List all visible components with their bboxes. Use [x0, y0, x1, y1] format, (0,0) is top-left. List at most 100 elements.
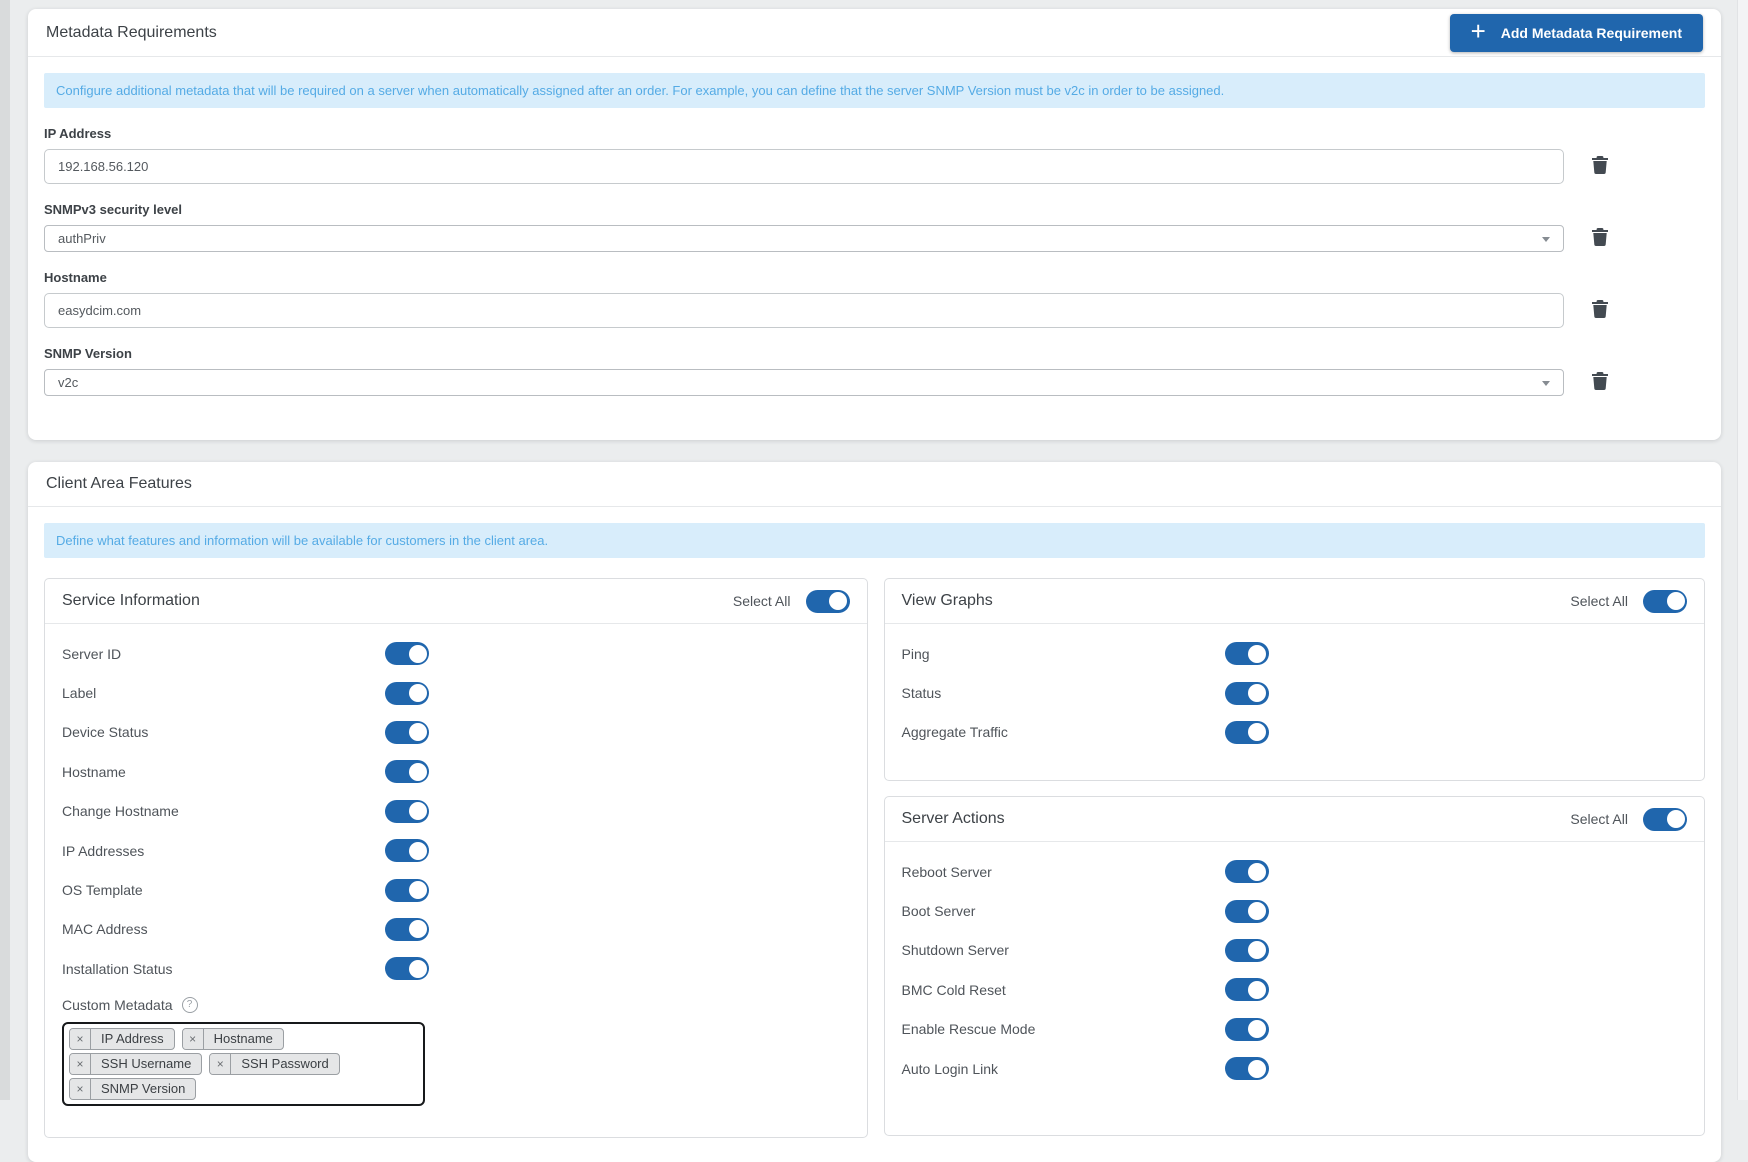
feature-row-label: Hostname [62, 763, 126, 780]
field-select[interactable]: authPriv [44, 225, 1564, 252]
feature-row: Boot Server [902, 891, 1688, 930]
field-row [44, 149, 1705, 184]
feature-row: Enable Rescue Mode [902, 1010, 1688, 1049]
feature-toggle[interactable] [1224, 1017, 1269, 1041]
metadata-field-group: IP Address [44, 126, 1705, 184]
remove-tag-button[interactable]: × [70, 1078, 91, 1099]
feature-toggle[interactable] [385, 681, 429, 705]
feature-row-label: OS Template [62, 882, 143, 899]
chevron-down-icon [1542, 381, 1550, 386]
feature-toggle[interactable] [1224, 720, 1269, 744]
feature-toggle[interactable] [1224, 1057, 1269, 1081]
server-actions-body: Reboot Server Boot Server Shutdown Server B… [885, 842, 1705, 1088]
toggle-knob [1248, 980, 1266, 999]
field-input[interactable] [44, 149, 1564, 184]
service-information-header: Service Information Select All [45, 579, 867, 624]
field-select[interactable]: v2c [44, 369, 1564, 396]
feature-toggle[interactable] [1224, 899, 1269, 923]
server-actions-title: Server Actions [901, 810, 1005, 827]
server-actions-rows: Reboot Server Boot Server Shutdown Server B… [902, 852, 1688, 1088]
remove-tag-button[interactable]: × [70, 1053, 91, 1074]
view-graphs-panel: View Graphs Select All Ping Status Aggrega… [883, 578, 1705, 781]
feature-row-label: IP Addresses [62, 842, 145, 859]
add-metadata-requirement-button[interactable]: + Add Metadata Requirement [1449, 13, 1703, 52]
feature-toggle[interactable] [385, 642, 429, 666]
help-icon[interactable]: ? [181, 996, 198, 1013]
client-area-card-header: Client Area Features [28, 462, 1721, 507]
feature-row: Device Status [62, 713, 850, 752]
toggle-knob [1248, 1059, 1266, 1078]
remove-tag-button[interactable]: × [210, 1053, 232, 1074]
client-area-card-body: Define what features and information wil… [28, 507, 1721, 1154]
field-label: Hostname [44, 270, 107, 285]
select-all-toggle[interactable] [805, 589, 850, 613]
feature-row-label: Device Status [62, 724, 149, 741]
toggle-knob [408, 802, 427, 821]
client-area-card-title: Client Area Features [46, 475, 192, 492]
feature-row: OS Template [62, 870, 850, 909]
feature-toggle[interactable] [1224, 978, 1269, 1002]
feature-toggle[interactable] [385, 760, 429, 784]
server-actions-panel: Server Actions Select All Reboot Server B… [883, 796, 1705, 1136]
view-graphs-select-all: Select All [1570, 589, 1687, 613]
toggle-knob [1248, 941, 1266, 960]
feature-row-label: Ping [901, 645, 930, 662]
toggle-knob [1248, 862, 1266, 881]
client-area-features-card: Client Area Features Define what feature… [28, 462, 1721, 1162]
select-all-label: Select All [732, 593, 791, 609]
feature-row: Aggregate Traffic [902, 713, 1688, 752]
delete-requirement-button[interactable] [1591, 156, 1609, 177]
toggle-knob [1248, 684, 1266, 703]
custom-metadata-block: Custom Metadata ? × IP Address × Hostname × S… [62, 996, 850, 1106]
feature-row: Status [902, 673, 1688, 712]
metadata-requirements-card: Metadata Requirements + Add Metadata Req… [28, 9, 1721, 440]
remove-tag-button[interactable]: × [70, 1028, 91, 1049]
select-all-toggle[interactable] [1643, 589, 1687, 613]
right-panels-column: View Graphs Select All Ping Status Aggrega… [883, 578, 1705, 1138]
metadata-field-group: SNMP Version v2c [44, 346, 1705, 396]
feature-row-label: Label [62, 685, 97, 702]
select-all-toggle[interactable] [1643, 807, 1687, 831]
feature-row: Ping [902, 634, 1688, 673]
feature-toggle[interactable] [1224, 642, 1269, 666]
view-graphs-title: View Graphs [901, 592, 993, 609]
feature-toggle[interactable] [385, 799, 429, 823]
field-input[interactable] [44, 293, 1564, 328]
delete-requirement-button[interactable] [1591, 228, 1609, 249]
feature-toggle[interactable] [385, 957, 429, 981]
tag-label: SSH Username [101, 1056, 192, 1072]
trash-icon [1592, 156, 1608, 177]
custom-metadata-tag-input[interactable]: × IP Address × Hostname × SSH Username × SSH Pa… [62, 1021, 425, 1106]
feature-row-label: Shutdown Server [901, 942, 1009, 959]
server-actions-header: Server Actions Select All [884, 797, 1704, 842]
metadata-field-group: Hostname [44, 270, 1705, 328]
toggle-knob [1248, 723, 1266, 742]
tag-label: Hostname [213, 1031, 273, 1047]
toggle-knob [1666, 810, 1685, 828]
feature-toggle[interactable] [385, 839, 429, 863]
toggle-knob [408, 959, 427, 978]
page-left-edge [0, 0, 10, 1100]
view-graphs-rows: Ping Status Aggregate Traffic [902, 634, 1688, 752]
tag-label: SNMP Version [101, 1081, 186, 1097]
delete-requirement-button[interactable] [1591, 300, 1609, 321]
feature-row-label: BMC Cold Reset [901, 981, 1006, 998]
service-information-body: Server ID Label Device Status Hostname Chang… [45, 624, 867, 1106]
metadata-card-body: Configure additional metadata that will … [28, 57, 1721, 412]
feature-row: Auto Login Link [902, 1049, 1688, 1088]
feature-toggle[interactable] [1224, 681, 1269, 705]
remove-tag-button[interactable]: × [182, 1028, 204, 1049]
field-label: SNMP Version [44, 346, 132, 361]
custom-metadata-label-row: Custom Metadata ? [62, 996, 850, 1013]
feature-toggle[interactable] [385, 878, 429, 902]
delete-requirement-button[interactable] [1591, 372, 1609, 393]
feature-toggle[interactable] [1224, 938, 1269, 962]
feature-toggle[interactable] [385, 720, 429, 744]
feature-toggle[interactable] [385, 917, 429, 941]
client-area-info-banner: Define what features and information wil… [44, 523, 1705, 558]
feature-row: Server ID [62, 634, 850, 673]
feature-panels: Service Information Select All Server ID… [44, 578, 1705, 1138]
scrollbar-track[interactable] [1737, 0, 1748, 1100]
feature-toggle[interactable] [1224, 860, 1269, 884]
toggle-knob [829, 592, 847, 610]
